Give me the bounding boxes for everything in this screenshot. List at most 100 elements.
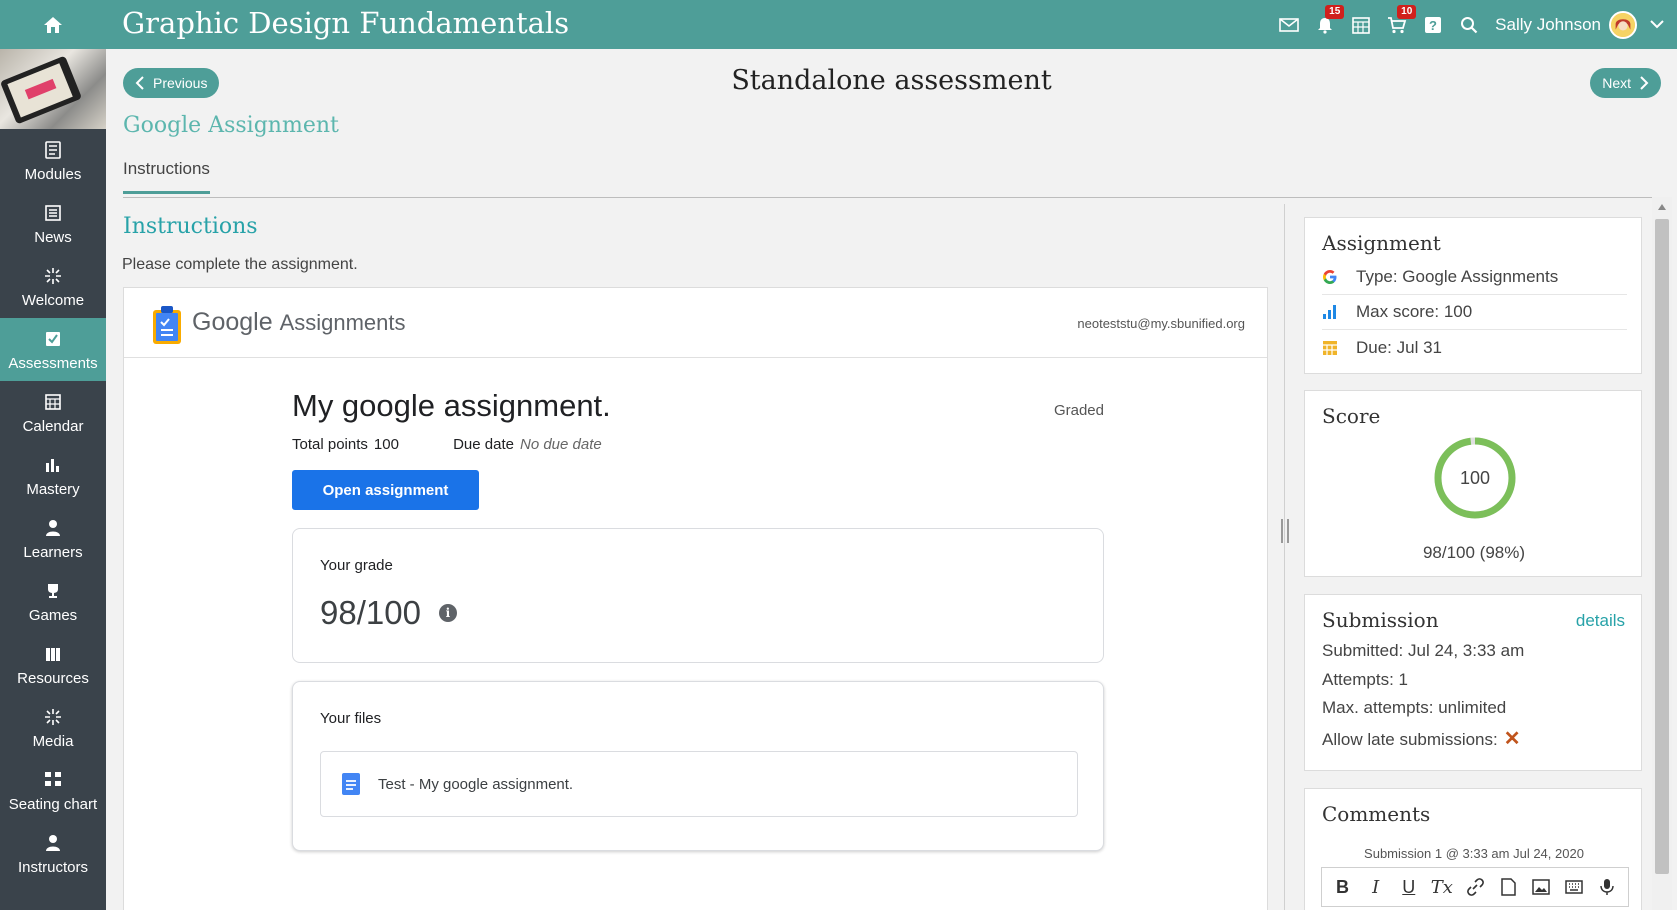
top-toolbar: 15 10 ? Sally Johnson xyxy=(1271,0,1677,49)
underline-button[interactable]: U xyxy=(1396,874,1422,900)
learners-icon xyxy=(45,516,61,540)
keyboard-button[interactable] xyxy=(1561,874,1587,900)
calendar-icon xyxy=(1352,16,1370,34)
score-donut-chart: 100 xyxy=(1434,437,1516,519)
bold-button[interactable]: B xyxy=(1330,874,1356,900)
link-icon xyxy=(1467,878,1484,896)
assignment-panel: Assignment Type: Google Assignments Max … xyxy=(1304,217,1642,374)
help-icon: ? xyxy=(1425,16,1442,33)
course-image[interactable] xyxy=(0,49,106,129)
user-menu-toggle[interactable] xyxy=(1637,0,1677,49)
files-label: Your files xyxy=(320,710,382,727)
submission-panel: Submission details Submitted: Jul 24, 3:… xyxy=(1304,594,1642,771)
comments-panel-title: Comments xyxy=(1322,802,1431,826)
due-date-value: No due date xyxy=(519,436,602,453)
italic-button[interactable]: I xyxy=(1363,874,1389,900)
image-button[interactable] xyxy=(1528,874,1554,900)
user-avatar-icon xyxy=(1611,12,1635,37)
previous-label: Previous xyxy=(153,75,208,91)
scrollbar[interactable] xyxy=(1652,197,1672,910)
notifications-button[interactable]: 15 xyxy=(1307,0,1345,49)
calendar-icon xyxy=(45,390,61,414)
comments-panel: Comments Submission 1 @ 3:33 am Jul 24, … xyxy=(1304,788,1642,910)
notification-badge: 15 xyxy=(1325,5,1345,19)
assignment-meta: Total points 100 Due date No due date xyxy=(292,436,1104,453)
scroll-up-icon[interactable] xyxy=(1658,204,1666,210)
close-icon: ✕ xyxy=(1503,728,1521,750)
files-card: Your files Test - My google assignment. xyxy=(292,681,1104,851)
brand-assignments: Assignments xyxy=(279,310,406,335)
clear-format-button[interactable]: Tx xyxy=(1429,874,1455,900)
image-icon xyxy=(1532,879,1550,895)
submission-details-link[interactable]: details xyxy=(1576,611,1625,631)
cart-badge: 10 xyxy=(1397,5,1417,19)
user-name[interactable]: Sally Johnson xyxy=(1495,15,1601,35)
next-button[interactable]: Next xyxy=(1590,68,1661,98)
home-icon xyxy=(44,16,62,33)
sidebar-item-modules[interactable]: Modules xyxy=(0,129,106,192)
instructors-icon xyxy=(45,831,61,855)
help-button[interactable]: ? xyxy=(1415,0,1451,49)
google-assignments-frame: Google Assignments neoteststu@my.sbunifi… xyxy=(123,287,1268,910)
sidebar-item-seating-chart[interactable]: Seating chart xyxy=(0,759,106,822)
home-button[interactable] xyxy=(0,0,106,49)
sidebar-item-label: Learners xyxy=(23,544,83,561)
resize-handle[interactable] xyxy=(1281,519,1289,543)
sidebar-item-media[interactable]: Media xyxy=(0,696,106,759)
sidebar-item-instructors[interactable]: Instructors xyxy=(0,822,106,885)
score-center-value: 100 xyxy=(1460,468,1490,488)
file-item[interactable]: Test - My google assignment. xyxy=(320,751,1078,817)
info-icon[interactable]: i xyxy=(438,604,457,622)
mastery-icon xyxy=(45,453,61,477)
sidebar-item-label: Instructors xyxy=(17,859,89,876)
due-date-label: Due date xyxy=(453,436,514,453)
previous-button[interactable]: Previous xyxy=(123,68,220,98)
microphone-button[interactable] xyxy=(1594,874,1620,900)
assignment-title: Google Assignment xyxy=(123,113,339,138)
grade-card: Your grade 98/100 i xyxy=(292,528,1104,663)
score-panel: Score 100 98/100 (98%) xyxy=(1304,390,1642,577)
chevron-right-icon xyxy=(1640,76,1649,90)
sidebar-item-games[interactable]: Games xyxy=(0,570,106,633)
mail-button[interactable] xyxy=(1271,0,1307,49)
sidebar-item-resources[interactable]: Resources xyxy=(0,633,106,696)
sidebar-item-label: News xyxy=(34,229,72,246)
calendar-icon xyxy=(1322,340,1356,356)
sidebar-item-label: Seating chart xyxy=(8,796,98,813)
file-button[interactable] xyxy=(1495,874,1521,900)
assessments-icon xyxy=(45,327,61,351)
sidebar-item-label: Assessments xyxy=(8,355,98,372)
google-icon xyxy=(1322,269,1356,285)
trophy-icon xyxy=(45,579,61,603)
media-icon xyxy=(44,705,62,729)
link-button[interactable] xyxy=(1462,874,1488,900)
google-doc-icon xyxy=(342,773,360,795)
sidebar-item-news[interactable]: News xyxy=(0,192,106,255)
sidebar: Modules News Welcome Assessments Calenda… xyxy=(0,49,106,910)
sidebar-item-calendar[interactable]: Calendar xyxy=(0,381,106,444)
cart-button[interactable]: 10 xyxy=(1379,0,1417,49)
sidebar-item-label: Resources xyxy=(17,670,89,687)
sidebar-item-assessments[interactable]: Assessments xyxy=(0,318,106,381)
max-attempts-text: Max. attempts: unlimited xyxy=(1322,698,1507,717)
avatar[interactable] xyxy=(1609,10,1637,39)
open-assignment-button[interactable]: Open assignment xyxy=(292,470,479,510)
scrollbar-thumb[interactable] xyxy=(1655,219,1669,874)
main-content: Previous Standalone assessment Next Goog… xyxy=(106,49,1677,910)
sidebar-item-learners[interactable]: Learners xyxy=(0,507,106,570)
calendar-button[interactable] xyxy=(1343,0,1379,49)
status-badge: Graded xyxy=(1053,402,1104,419)
total-points-label: Total points xyxy=(292,436,368,453)
sidebar-item-label: Media xyxy=(32,733,74,750)
sidebar-item-welcome[interactable]: Welcome xyxy=(0,255,106,318)
sidebar-item-mastery[interactable]: Mastery xyxy=(0,444,106,507)
instructions-heading: Instructions xyxy=(123,214,258,239)
chevron-down-icon xyxy=(1650,20,1664,29)
google-assignments-logo: Google Assignments xyxy=(192,308,406,337)
search-button[interactable] xyxy=(1451,0,1487,49)
news-icon xyxy=(45,201,61,225)
page-title: Standalone assessment xyxy=(731,65,1052,96)
file-icon xyxy=(1500,878,1516,896)
file-name: Test - My google assignment. xyxy=(378,775,574,793)
tab-instructions[interactable]: Instructions xyxy=(123,159,210,194)
